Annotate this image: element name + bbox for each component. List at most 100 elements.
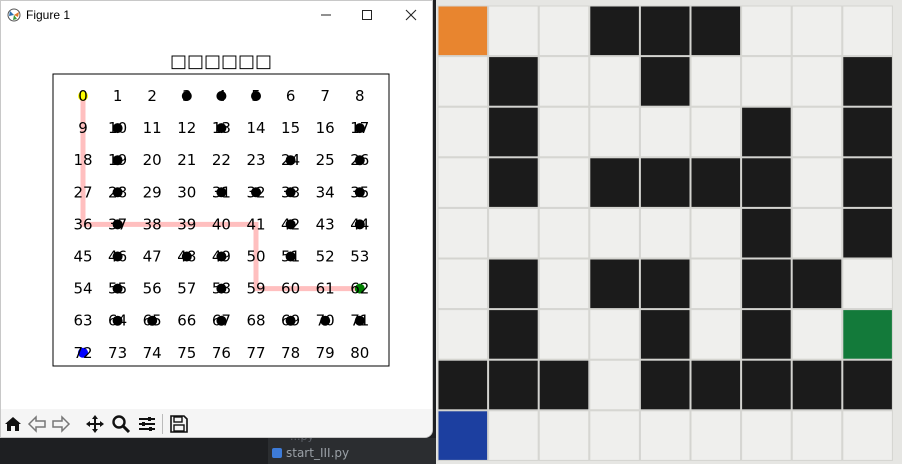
node-label: 69: [281, 312, 300, 330]
node-label: 15: [281, 119, 300, 137]
node-layer: 0 1 2 3 4 5 6 7 89 10 11 12 13 14 15 16 1718 19 20 21 22 23 24…: [73, 87, 369, 362]
node-label: 7: [320, 87, 330, 105]
maze-white-tile: [842, 5, 893, 57]
maze-white-tile: [690, 106, 742, 158]
node-label: 77: [246, 344, 265, 362]
maze-white-tile: [791, 410, 843, 461]
node-label: 19: [108, 151, 127, 169]
home-button[interactable]: [1, 412, 25, 436]
node-label: 28: [108, 183, 127, 201]
node-label: 36: [73, 215, 92, 233]
maze-black-tile: [437, 359, 489, 411]
maze-white-tile: [538, 258, 590, 310]
save-icon: [170, 415, 188, 433]
node-label: 9: [78, 119, 88, 137]
maze-black-tile: [639, 5, 691, 57]
save-button[interactable]: [167, 412, 191, 436]
maze-white-tile: [437, 56, 489, 107]
node-label: 25: [316, 151, 335, 169]
node-label: 29: [143, 183, 162, 201]
maze-white-tile: [842, 410, 893, 461]
node-label: 22: [212, 151, 231, 169]
maze-white-tile: [589, 309, 640, 360]
maze-black-tile: [488, 309, 539, 360]
maze-black-tile: [589, 5, 640, 57]
node-label: 8: [355, 87, 365, 105]
node-label: 3: [182, 87, 192, 105]
node-label: 5: [251, 87, 261, 105]
node-label: 47: [143, 248, 162, 266]
maze-black-tile: [488, 106, 539, 158]
back-icon: [27, 415, 46, 433]
maze-black-tile: [538, 359, 590, 411]
node-label: 72: [73, 344, 92, 362]
maze-white-tile: [842, 258, 893, 310]
node-label: 49: [212, 248, 231, 266]
figure-canvas[interactable]: □□□□□□ 0 1 2 3 4 5 6 7 8 9 10 11 12 13 14 15 16 17 18 19 20 2…: [1, 29, 432, 409]
node-label: 57: [177, 280, 196, 298]
maze-white-tile: [791, 207, 843, 259]
forward-button[interactable]: [49, 412, 73, 436]
node-label: 70: [316, 312, 335, 330]
node-label: 20: [143, 151, 162, 169]
maze-blue-tile: [437, 410, 489, 461]
node-label: 21: [177, 151, 196, 169]
maze-white-tile: [437, 207, 489, 259]
maze-black-tile: [690, 5, 742, 57]
pan-icon: [86, 415, 104, 433]
node-label: 45: [73, 248, 92, 266]
title-bar[interactable]: Figure 1: [1, 1, 432, 29]
node-label: 54: [73, 280, 92, 298]
node-label: 42: [281, 215, 300, 233]
maze-white-tile: [791, 157, 843, 208]
node-label: 51: [281, 248, 300, 266]
maze-black-tile: [639, 258, 691, 310]
node-label: 58: [212, 280, 231, 298]
home-icon: [5, 417, 21, 431]
close-button[interactable]: [391, 1, 431, 29]
maze-white-tile: [488, 207, 539, 259]
node-label: 10: [108, 119, 127, 137]
maze-black-tile: [488, 258, 539, 310]
back-button[interactable]: [25, 412, 49, 436]
maze-white-tile: [437, 157, 489, 208]
maze-black-tile: [741, 359, 792, 411]
node-label: 62: [350, 280, 369, 298]
node-label: 27: [73, 183, 92, 201]
maximize-button[interactable]: [347, 1, 387, 29]
node-label: 6: [286, 87, 296, 105]
node-label: 44: [350, 215, 369, 233]
matplotlib-icon: [7, 8, 21, 22]
pan-button[interactable]: [83, 412, 107, 436]
maze-black-tile: [488, 359, 539, 411]
maze-photo-image: [436, 0, 902, 464]
node-label: 4: [217, 87, 227, 105]
toolbar-separator: [162, 414, 163, 434]
configure-button[interactable]: [135, 412, 159, 436]
grid-graph-plot: 0 1 2 3 4 5 6 7 89 10 11 12 13 14 15 16 1718 19 20 21 22 23 24…: [52, 73, 390, 367]
node-label: 41: [246, 215, 265, 233]
maze-white-tile: [538, 5, 590, 57]
minimize-button[interactable]: [306, 1, 346, 29]
editor-file-name[interactable]: start_III.py: [286, 446, 349, 460]
maze-black-tile: [639, 157, 691, 208]
node-label: 78: [281, 344, 300, 362]
maze-start-tile: [437, 5, 489, 57]
maze-black-tile: [488, 157, 539, 208]
maximize-icon: [362, 10, 372, 20]
maze-white-tile: [690, 56, 742, 107]
maze-white-tile: [791, 56, 843, 107]
node-label: 61: [316, 280, 335, 298]
node-label: 67: [212, 312, 231, 330]
zoom-button[interactable]: [109, 412, 133, 436]
maze-white-tile: [690, 207, 742, 259]
node-label: 40: [212, 215, 231, 233]
python-file-icon: [272, 448, 282, 458]
maze-white-tile: [741, 410, 792, 461]
maze-white-tile: [437, 309, 489, 360]
configure-icon: [139, 417, 155, 431]
maze-black-tile: [741, 207, 792, 259]
maze-white-tile: [741, 56, 792, 107]
maze-black-tile: [690, 157, 742, 208]
node-label: 71: [350, 312, 369, 330]
